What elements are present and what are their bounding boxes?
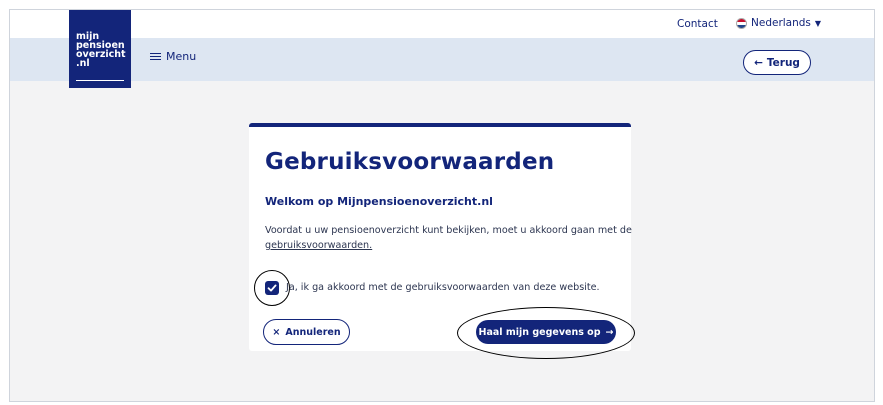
- back-label: Terug: [766, 56, 800, 69]
- chevron-down-icon: ▼: [814, 18, 822, 28]
- intro-sentence: Voordat u uw pensioenoverzicht kunt beki…: [265, 225, 632, 236]
- submit-label: Haal mijn gegevens op: [478, 326, 601, 338]
- checkmark-icon: [267, 284, 277, 292]
- terms-checkbox[interactable]: [265, 281, 279, 295]
- fetch-data-button[interactable]: Haal mijn gegevens op →: [476, 320, 616, 344]
- page-title: Gebruiksvoorwaarden: [265, 149, 555, 175]
- arrow-right-icon: →: [605, 326, 614, 338]
- dutch-flag-icon: [736, 17, 747, 29]
- cancel-button[interactable]: × Annuleren: [263, 319, 350, 345]
- menu-button[interactable]: Menu: [150, 50, 196, 63]
- hamburger-icon: [150, 52, 161, 61]
- back-button[interactable]: ← Terug: [743, 50, 811, 75]
- close-icon: ×: [272, 326, 281, 338]
- language-selector[interactable]: Nederlands ▼: [736, 17, 821, 29]
- logo-line: .nl: [76, 58, 90, 69]
- logo-underline: [76, 80, 124, 81]
- terms-card: Gebruiksvoorwaarden Welkom op Mijnpensio…: [249, 123, 635, 359]
- terms-link[interactable]: gebruiksvoorwaarden.: [265, 240, 372, 251]
- menu-label: Menu: [166, 50, 197, 63]
- browser-viewport: mijn pensioen overzicht .nl Menu Contact…: [9, 9, 875, 402]
- checkbox-label[interactable]: Ja, ik ga akkoord met de gebruiksvoorwaa…: [286, 282, 600, 293]
- site-logo[interactable]: mijn pensioen overzicht .nl: [69, 10, 131, 88]
- contact-link[interactable]: Contact: [677, 18, 718, 30]
- intro-text: Voordat u uw pensioenoverzicht kunt beki…: [265, 223, 635, 253]
- cancel-label: Annuleren: [285, 326, 341, 338]
- language-label: Nederlands: [751, 17, 811, 29]
- welcome-subtitle: Welkom op Mijnpensioenoverzicht.nl: [265, 195, 493, 208]
- arrow-left-icon: ←: [754, 56, 763, 69]
